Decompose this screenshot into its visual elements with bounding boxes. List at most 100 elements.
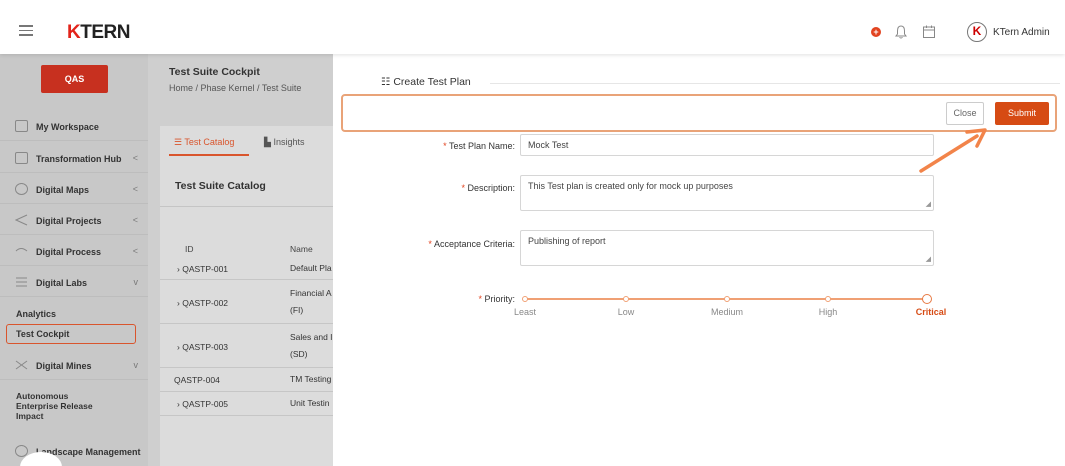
row-id: QASTP-004 — [174, 375, 220, 385]
menu-icon[interactable] — [19, 25, 33, 39]
project-button[interactable]: QAS — [41, 65, 108, 93]
sidebar-item-transformation-hub[interactable]: Transformation Hub < — [0, 143, 148, 173]
sidebar-item-digital-maps[interactable]: Digital Maps < — [0, 174, 148, 204]
bell-icon[interactable] — [895, 25, 907, 39]
divider — [160, 206, 350, 207]
table-row[interactable]: QASTP-004 TM Testing — [160, 368, 350, 392]
priority-option-least[interactable]: Least — [495, 307, 555, 317]
slider-handle[interactable] — [922, 294, 932, 304]
priority-slider[interactable] — [522, 294, 932, 304]
active-tab-indicator — [169, 154, 249, 156]
column-header-name[interactable]: Name — [290, 244, 313, 254]
breadcrumb[interactable]: Home / Phase Kernel / Test Suite — [169, 83, 301, 93]
release-impact-line: Autonomous — [16, 391, 69, 401]
priority-option-high[interactable]: High — [798, 307, 858, 317]
chevron-left-icon: < — [132, 184, 138, 194]
release-impact-line: Enterprise Release — [16, 401, 93, 411]
panel-title: ☷ Create Test Plan — [381, 76, 471, 88]
close-button[interactable]: Close — [946, 102, 984, 125]
sidebar-item-label: Digital Mines — [36, 361, 92, 371]
slider-stop[interactable] — [522, 296, 528, 302]
ktern-logo[interactable]: KTERN — [67, 22, 130, 44]
chevron-left-icon: < — [132, 153, 138, 163]
row-name-text: (FI) — [290, 305, 304, 315]
sidebar-item-label: Digital Projects — [36, 216, 102, 226]
sidebar-item-label: Digital Labs — [36, 278, 88, 288]
resize-handle-icon[interactable]: ◢ — [926, 256, 931, 263]
sidebar-item-digital-mines[interactable]: Digital Mines v — [0, 350, 148, 380]
required-marker: * — [428, 239, 432, 249]
sidebar-item-label: My Workspace — [36, 122, 99, 132]
label-text: Description: — [467, 183, 515, 193]
chevron-down-icon: v — [133, 360, 139, 370]
grid-icon — [15, 152, 28, 164]
panel-title-text: Create Test Plan — [393, 76, 471, 88]
table-row[interactable]: › QASTP-003 Sales and I (SD) — [160, 324, 350, 368]
textarea-value: Publishing of report — [528, 236, 606, 246]
release-impact-line: Impact — [16, 411, 44, 421]
send-icon — [14, 214, 28, 226]
tab-label: Insights — [273, 137, 305, 147]
required-marker: * — [443, 141, 447, 151]
table-row[interactable]: › QASTP-001 Default Pla — [160, 258, 350, 280]
list-icon: ☷ — [381, 76, 391, 88]
row-id-text: QASTP-003 — [182, 342, 229, 352]
description-label: * Description: — [315, 183, 515, 193]
divider — [490, 83, 1060, 84]
row-id: › QASTP-005 — [177, 399, 229, 409]
sidebar-subitem-test-cockpit[interactable]: Test Cockpit — [6, 324, 136, 344]
row-id: › QASTP-001 — [177, 264, 229, 274]
calendar-icon[interactable] — [923, 25, 935, 38]
tab-insights[interactable]: ▙ Insights — [264, 137, 304, 148]
process-icon — [15, 245, 28, 257]
acceptance-criteria-textarea[interactable]: Publishing of report ◢ — [520, 230, 934, 266]
row-id-text: QASTP-002 — [182, 298, 229, 308]
priority-option-critical[interactable]: Critical — [901, 307, 961, 317]
sidebar-subitem-analytics[interactable]: Analytics — [16, 309, 56, 319]
sidebar-item-my-workspace[interactable]: My Workspace — [0, 111, 148, 141]
sidebar-item-digital-process[interactable]: Digital Process < — [0, 236, 148, 266]
slider-stop[interactable] — [623, 296, 629, 302]
column-header-id[interactable]: ID — [185, 244, 194, 254]
label-text: Test Plan Name: — [448, 141, 515, 151]
chevron-down-icon: v — [133, 277, 139, 287]
mines-icon — [15, 359, 28, 371]
submit-button[interactable]: Submit — [995, 102, 1049, 125]
user-name[interactable]: KTern Admin — [993, 27, 1050, 38]
add-icon[interactable]: + — [871, 27, 881, 37]
row-id-text: QASTP-001 — [182, 264, 229, 274]
chart-icon: ▙ — [264, 137, 271, 147]
labs-icon — [15, 276, 28, 288]
row-id-text: QASTP-005 — [182, 399, 229, 409]
row-name-text: (SD) — [290, 349, 308, 359]
sidebar-subitem-release-impact[interactable]: Autonomous Enterprise Release Impact — [16, 391, 93, 421]
tab-test-catalog[interactable]: ☰ Test Catalog — [174, 137, 234, 148]
label-text: Acceptance Criteria: — [433, 239, 515, 249]
priority-option-low[interactable]: Low — [596, 307, 656, 317]
main-content: Test Suite Cockpit Home / Phase Kernel /… — [148, 54, 350, 466]
sidebar-item-label: Digital Maps — [36, 185, 90, 195]
annotation-arrow-icon — [919, 128, 987, 173]
test-plan-name-input[interactable]: Mock Test — [520, 134, 934, 156]
required-marker: * — [461, 183, 465, 193]
row-id: › QASTP-003 — [177, 342, 229, 352]
chevron-left-icon: < — [132, 246, 138, 256]
page-title: Test Suite Cockpit — [169, 66, 260, 78]
row-id: › QASTP-002 — [177, 298, 229, 308]
sidebar-item-digital-labs[interactable]: Digital Labs v — [0, 267, 148, 297]
sidebar-item-label: Digital Process — [36, 247, 102, 257]
sidebar-item-digital-projects[interactable]: Digital Projects < — [0, 205, 148, 235]
slider-stop[interactable] — [724, 296, 730, 302]
priority-option-medium[interactable]: Medium — [697, 307, 757, 317]
chevron-left-icon: < — [132, 215, 138, 225]
acceptance-criteria-label: * Acceptance Criteria: — [315, 239, 515, 249]
avatar[interactable]: K — [967, 22, 987, 42]
slider-stop[interactable] — [825, 296, 831, 302]
textarea-value: This Test plan is created only for mock … — [528, 181, 733, 191]
table-row[interactable]: › QASTP-005 Unit Testin — [160, 392, 350, 416]
sidebar: QAS My Workspace Transformation Hub < Di… — [0, 54, 148, 466]
test-plan-name-label: * Test Plan Name: — [315, 141, 515, 151]
label-text: Priority: — [484, 294, 515, 304]
tab-label: Test Catalog — [184, 137, 235, 147]
description-textarea[interactable]: This Test plan is created only for mock … — [520, 175, 934, 211]
